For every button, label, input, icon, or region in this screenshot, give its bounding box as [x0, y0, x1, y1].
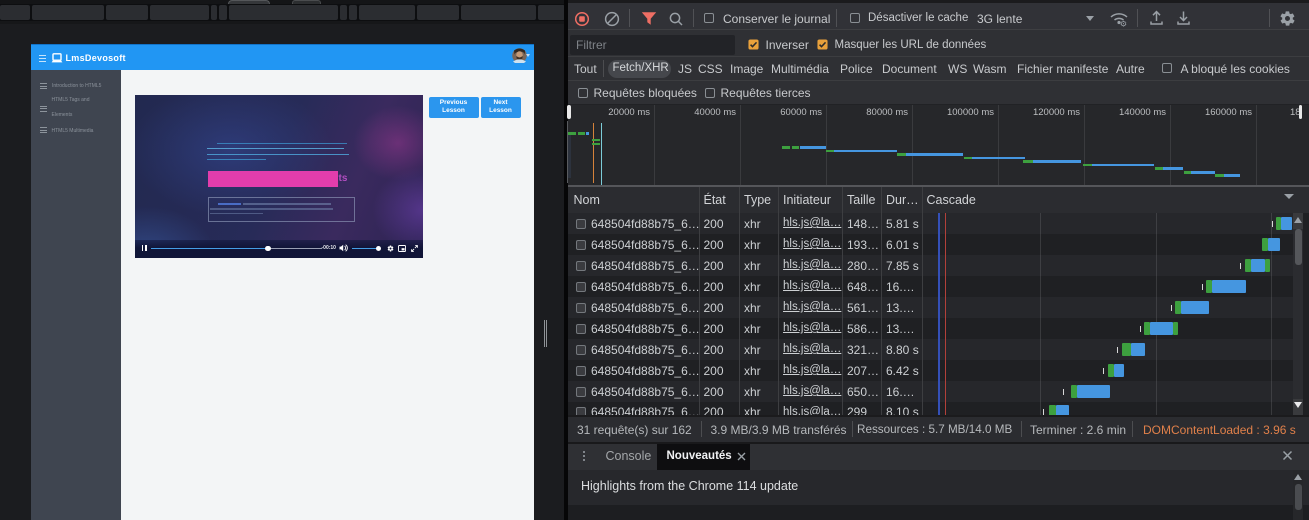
svg-text:⚙: ⚙	[1120, 19, 1127, 27]
